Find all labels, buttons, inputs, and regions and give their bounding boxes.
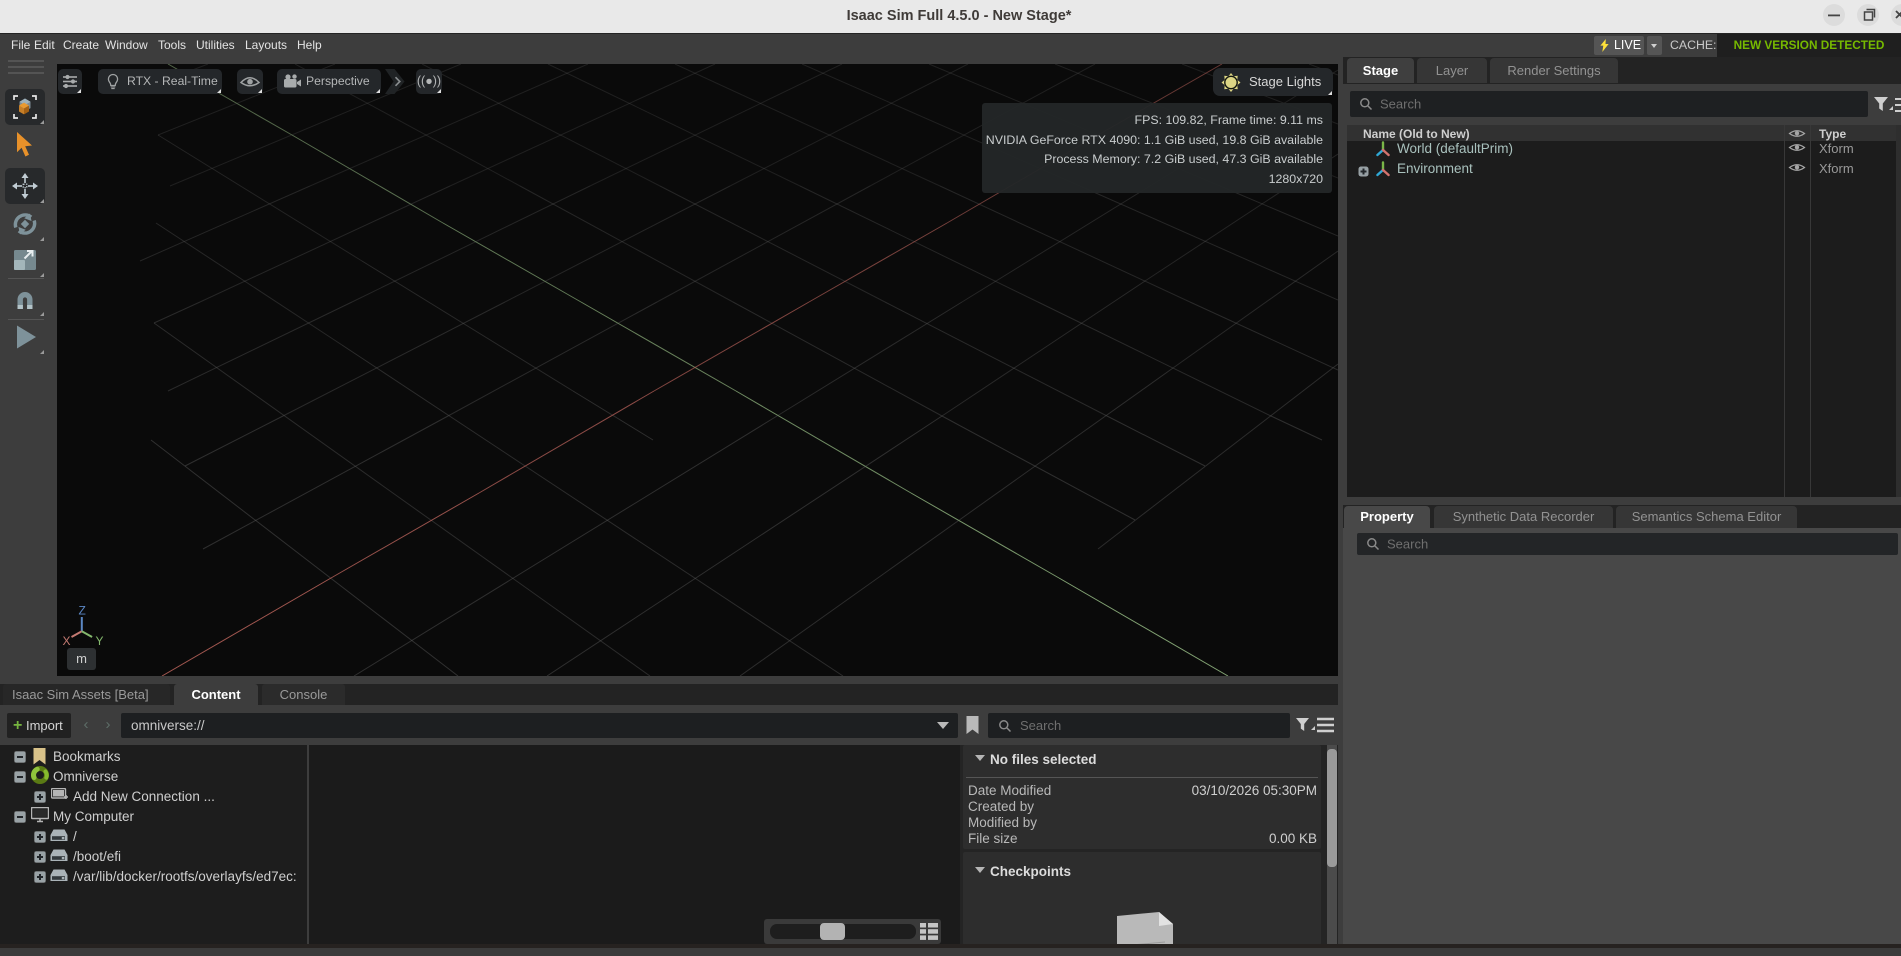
svg-text:Y: Y — [96, 634, 104, 648]
svg-text:X: X — [63, 634, 71, 648]
svg-text:Z: Z — [79, 604, 86, 618]
